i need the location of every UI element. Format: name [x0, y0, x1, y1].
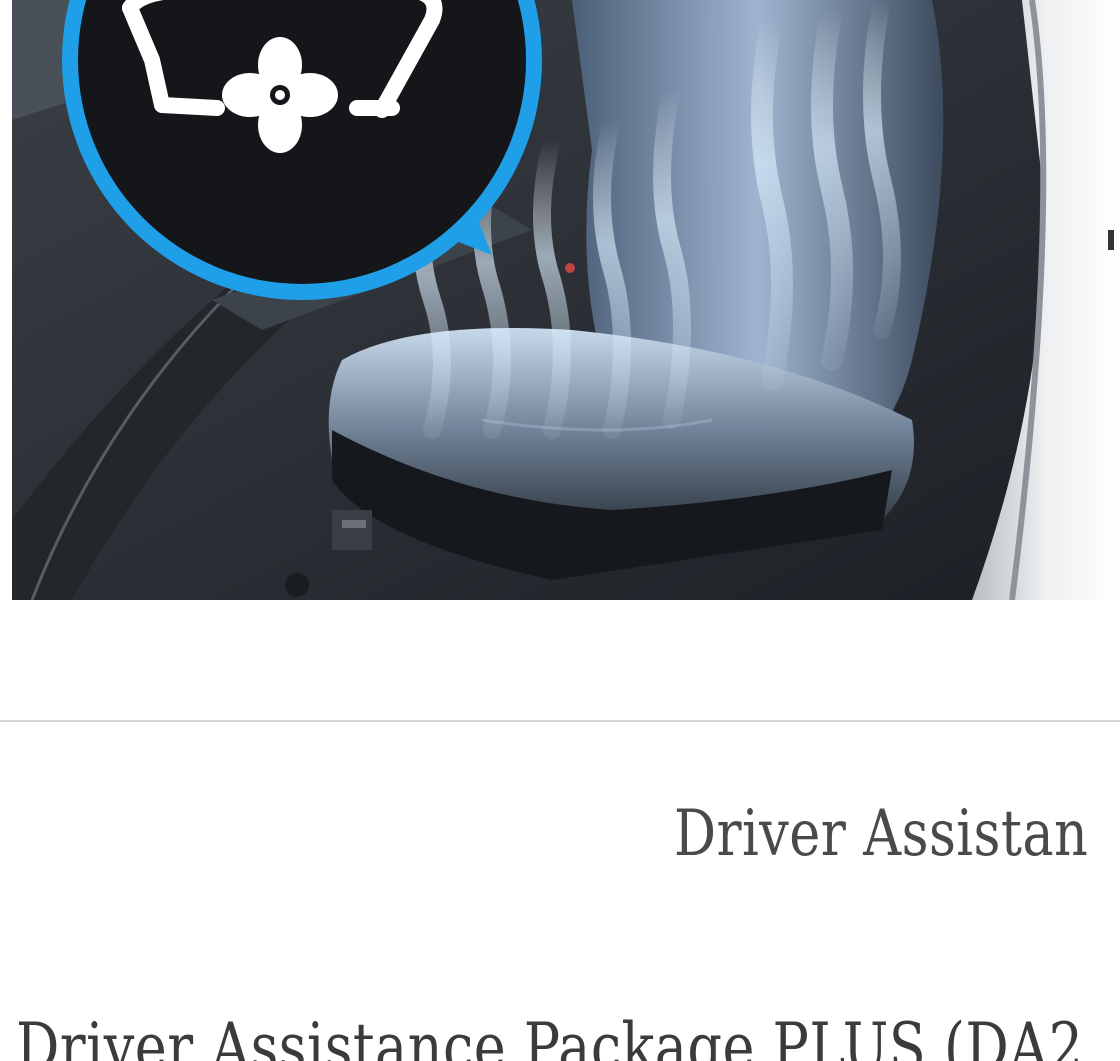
ventilated-seat-illustration: [12, 0, 1120, 600]
ventilated-seat-image: [12, 0, 1120, 600]
package-title: Driver Assistance Package PLUS (DA2: [16, 1009, 1084, 1061]
page: Driver Assistan Driver Assistance Packag…: [0, 0, 1120, 1061]
section-heading: Driver Assistan: [674, 797, 1089, 871]
section-divider: [0, 720, 1120, 722]
